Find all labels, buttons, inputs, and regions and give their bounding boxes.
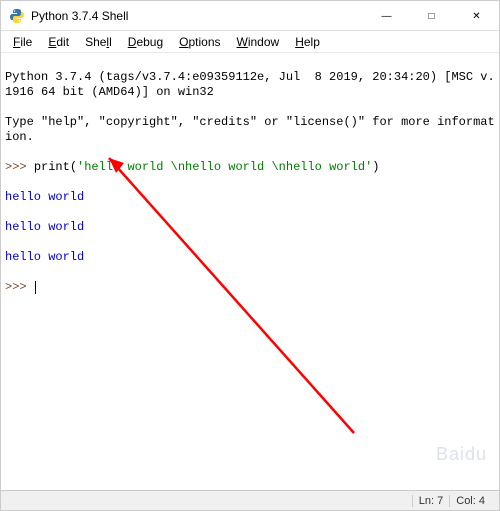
window-controls: — □ ✕ [364, 1, 499, 30]
banner-line: Python 3.7.4 (tags/v3.7.4:e09359112e, Ju… [5, 70, 495, 100]
minimize-button[interactable]: — [364, 1, 409, 31]
close-button[interactable]: ✕ [454, 1, 499, 31]
cursor [35, 281, 36, 294]
menu-help[interactable]: Help [287, 33, 328, 51]
status-col: Col: 4 [449, 495, 491, 507]
prompt: >>> [5, 280, 34, 294]
prompt-line: >>> [5, 280, 495, 295]
code-close: ) [372, 160, 379, 174]
menubar: File Edit Shell Debug Options Window Hel… [1, 31, 499, 53]
python-icon [9, 8, 25, 24]
window-title: Python 3.7.4 Shell [31, 9, 364, 23]
banner-line: Type "help", "copyright", "credits" or "… [5, 115, 495, 145]
input-line: >>> print('hello world \nhello world \nh… [5, 160, 495, 175]
shell-content[interactable]: Python 3.7.4 (tags/v3.7.4:e09359112e, Ju… [1, 53, 499, 490]
prompt: >>> [5, 160, 34, 174]
output-line: hello world [5, 250, 495, 265]
maximize-button[interactable]: □ [409, 1, 454, 31]
output-line: hello world [5, 220, 495, 235]
status-line: Ln: 7 [412, 495, 449, 507]
statusbar: Ln: 7 Col: 4 [1, 490, 499, 510]
titlebar: Python 3.7.4 Shell — □ ✕ [1, 1, 499, 31]
menu-debug[interactable]: Debug [120, 33, 171, 51]
menu-file[interactable]: File [5, 33, 40, 51]
output-line: hello world [5, 190, 495, 205]
menu-edit[interactable]: Edit [40, 33, 77, 51]
watermark: Baidu [436, 447, 487, 462]
menu-shell[interactable]: Shell [77, 33, 120, 51]
code-call: print( [34, 160, 77, 174]
menu-window[interactable]: Window [229, 33, 288, 51]
code-string: 'hello world \nhello world \nhello world… [77, 160, 372, 174]
menu-options[interactable]: Options [171, 33, 228, 51]
